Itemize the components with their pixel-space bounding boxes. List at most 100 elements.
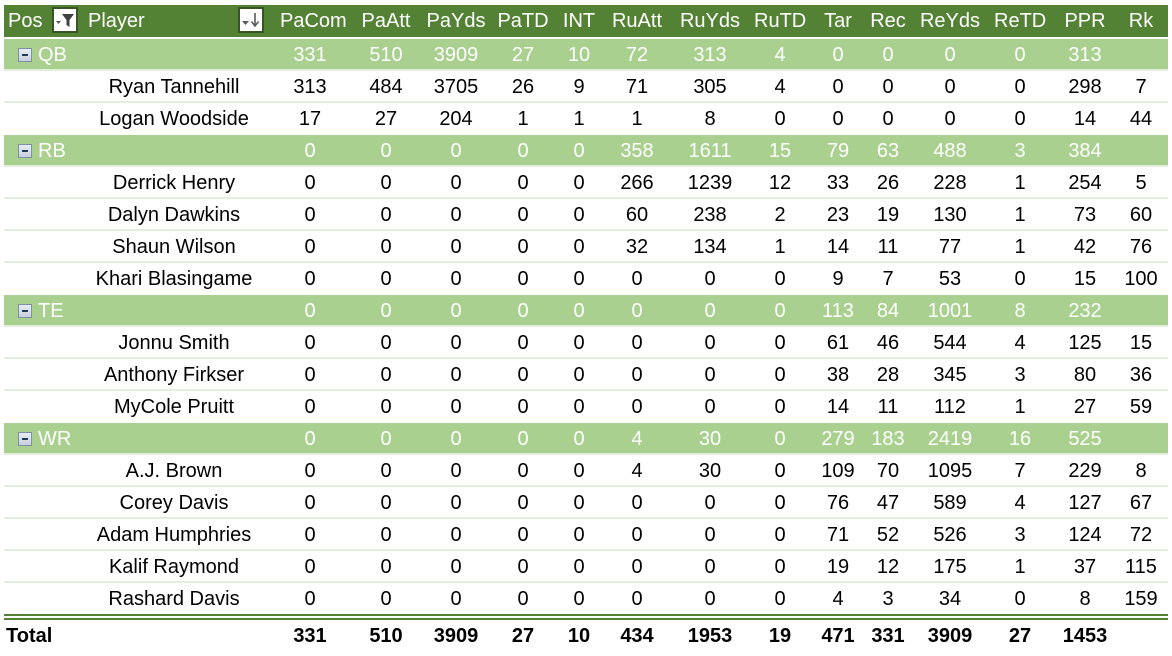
player-value: 305: [693, 76, 727, 98]
player-value: 298: [1068, 76, 1102, 98]
player-value: 0: [450, 460, 462, 482]
group-value: 2419: [927, 428, 973, 450]
group-value: 0: [450, 428, 462, 450]
group-value: 0: [304, 140, 316, 162]
player-value: 0: [304, 204, 316, 226]
player-value: 7: [1014, 460, 1026, 482]
player-value: 1: [774, 236, 786, 258]
column-header-patd: PaTD: [497, 10, 549, 32]
group-label-text: WR: [38, 428, 72, 450]
group-value: 0: [304, 300, 316, 322]
group-label-text: RB: [38, 140, 66, 162]
group-value: 10: [567, 44, 591, 66]
column-header-retd: ReTD: [994, 10, 1047, 32]
player-value: 4: [774, 76, 786, 98]
player-value: 3705: [433, 76, 479, 98]
player-value: 229: [1068, 460, 1102, 482]
player-value: 14: [826, 396, 850, 418]
player-value: 0: [517, 236, 529, 258]
total-value: 27: [1008, 625, 1032, 647]
player-value: 0: [704, 364, 716, 386]
group-value: 0: [517, 140, 529, 162]
player-value: 125: [1068, 332, 1102, 354]
player-value: 76: [826, 492, 850, 514]
pos-header: Pos: [8, 10, 43, 32]
player-header: Player: [88, 10, 145, 32]
player-value: 0: [450, 332, 462, 354]
player-value: 37: [1073, 556, 1097, 578]
collapse-minus-icon[interactable]: [18, 432, 32, 446]
column-header-rk: Rk: [1128, 10, 1154, 32]
player-value: 0: [573, 204, 585, 226]
collapse-minus-icon[interactable]: [18, 304, 32, 318]
player-name: Shaun Wilson: [112, 236, 236, 258]
player-value: 0: [1014, 268, 1026, 290]
group-value: 0: [380, 300, 392, 322]
player-row: Ryan Tannehill 313 484 3705 26 9 71 305 4 0 0 0 0 298…: [4, 69, 1168, 101]
player-value: 0: [304, 588, 316, 610]
player-name: A.J. Brown: [125, 460, 223, 482]
player-sort-button[interactable]: [238, 7, 264, 33]
player-value: 4: [631, 460, 643, 482]
player-value: 0: [304, 172, 316, 194]
player-value: 0: [774, 588, 786, 610]
player-value: 0: [517, 268, 529, 290]
player-value: 0: [304, 332, 316, 354]
group-value: 0: [573, 300, 585, 322]
player-value: 0: [704, 268, 716, 290]
player-value: 313: [293, 76, 327, 98]
player-value: 1: [1014, 204, 1026, 226]
player-row: Rashard Davis 0 0 0 0 0 0 0 0 4 3 34 0 8 159: [4, 581, 1168, 613]
player-value: 8: [1079, 588, 1091, 610]
player-value: 124: [1068, 524, 1102, 546]
player-value: 1: [1014, 236, 1026, 258]
player-value: 0: [380, 236, 392, 258]
player-value: 60: [625, 204, 649, 226]
player-value: 0: [774, 268, 786, 290]
player-value: 0: [450, 524, 462, 546]
player-value: 67: [1129, 492, 1153, 514]
player-value: 0: [774, 492, 786, 514]
group-value: 358: [620, 140, 654, 162]
collapse-minus-icon[interactable]: [18, 144, 32, 158]
player-value: 0: [704, 332, 716, 354]
player-value: 0: [774, 332, 786, 354]
pos-filter-button[interactable]: [52, 7, 78, 33]
group-value: 63: [876, 140, 900, 162]
player-name: Dalyn Dawkins: [107, 204, 241, 226]
group-value: 384: [1068, 140, 1102, 162]
player-value: 109: [821, 460, 855, 482]
player-value: 266: [620, 172, 654, 194]
player-value: 3: [1014, 524, 1026, 546]
player-value: 0: [380, 396, 392, 418]
collapse-minus-icon[interactable]: [18, 48, 32, 62]
player-name: Rashard Davis: [108, 588, 240, 610]
player-value: 0: [882, 76, 894, 98]
player-value: 127: [1068, 492, 1102, 514]
player-value: 0: [631, 332, 643, 354]
player-value: 0: [774, 460, 786, 482]
player-value: 0: [1014, 108, 1026, 130]
player-value: 1: [1014, 172, 1026, 194]
player-value: 589: [933, 492, 967, 514]
group-value: 15: [768, 140, 792, 162]
player-value: 0: [573, 236, 585, 258]
player-row: Dalyn Dawkins 0 0 0 0 0 60 238 2 23 19 130 1 73 60: [4, 197, 1168, 229]
player-value: 0: [517, 492, 529, 514]
player-value: 3: [882, 588, 894, 610]
group-value: 3: [1014, 140, 1026, 162]
group-value: 3909: [433, 44, 479, 66]
player-value: 7: [882, 268, 894, 290]
player-value: 0: [450, 588, 462, 610]
player-value: 0: [450, 364, 462, 386]
column-header-int: INT: [562, 10, 596, 32]
player-name: MyCole Pruitt: [113, 396, 235, 418]
group-label: QB: [18, 39, 67, 71]
player-value: 0: [304, 268, 316, 290]
player-value: 80: [1073, 364, 1097, 386]
player-value: 0: [631, 524, 643, 546]
group-value: [1118, 295, 1164, 327]
player-row: MyCole Pruitt 0 0 0 0 0 0 0 0 14 11 112 1 27 59: [4, 389, 1168, 421]
player-value: 76: [1129, 236, 1153, 258]
player-value: 0: [774, 108, 786, 130]
